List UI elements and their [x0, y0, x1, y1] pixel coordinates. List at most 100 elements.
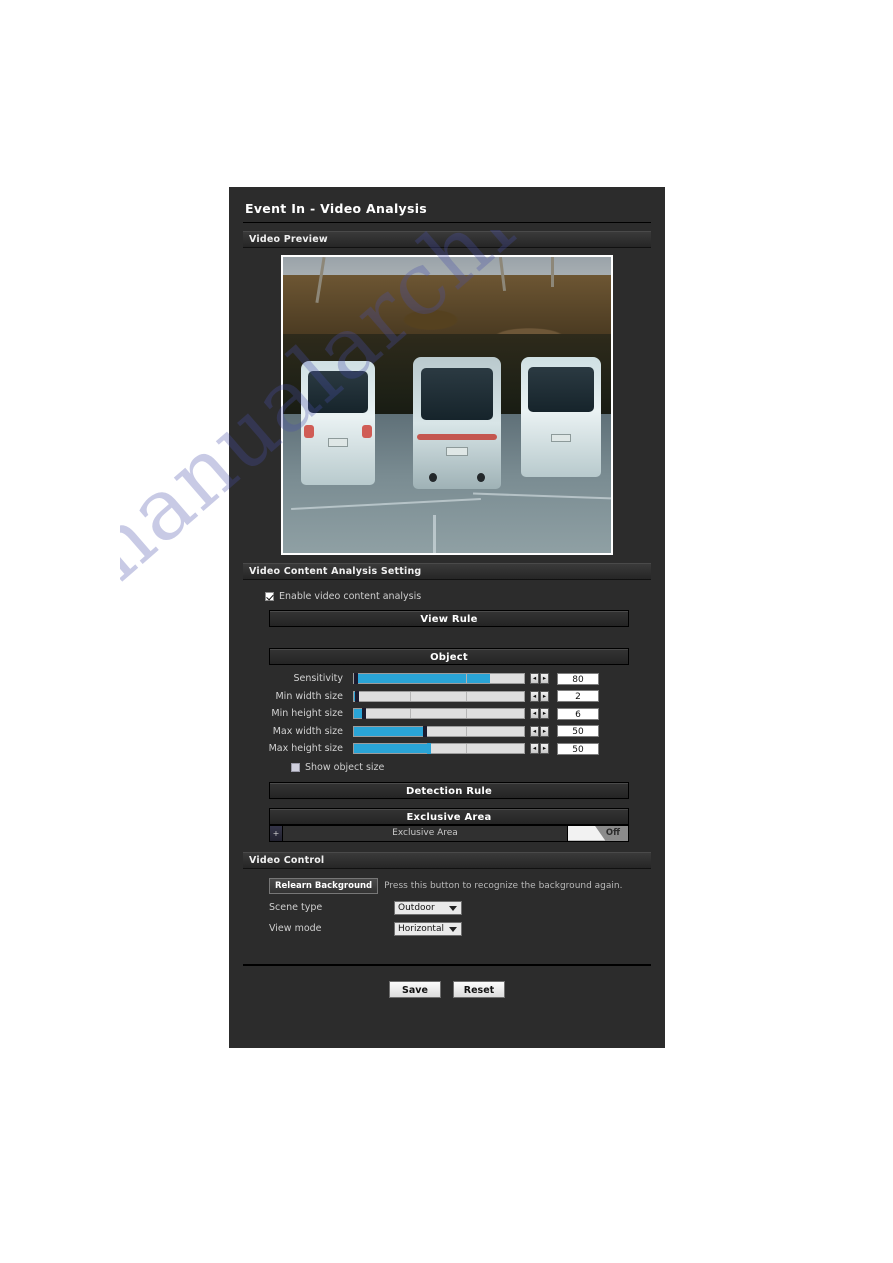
exclusive-area-toggle-state: Off [605, 827, 620, 838]
slider-value-max-width[interactable]: 50 [557, 725, 599, 738]
view-mode-row: View mode Horizontal [269, 921, 665, 936]
slider-value-max-height[interactable]: 50 [557, 742, 599, 755]
video-control-body: Relearn Background Press this button to … [229, 877, 665, 936]
view-rule-button[interactable]: View Rule [269, 610, 629, 627]
slider-track-sensitivity[interactable] [353, 673, 525, 685]
slider-row-sensitivity: Sensitivity ◂ ▸ 80 [243, 670, 651, 688]
spinner-increment-icon[interactable]: ▸ [540, 708, 549, 720]
scene-type-label: Scene type [269, 902, 323, 913]
view-mode-value: Horizontal [398, 923, 444, 934]
preview-lot-line-c [433, 515, 436, 553]
spinner-decrement-icon[interactable]: ◂ [530, 673, 539, 685]
exclusive-area-toggle-knob [568, 825, 606, 841]
preview-tree-right [551, 257, 554, 287]
view-mode-label: View mode [269, 923, 322, 934]
object-sliders: Sensitivity ◂ ▸ 80 Min width size ◂ ▸ 2 … [243, 670, 651, 758]
video-preview-image[interactable] [281, 255, 613, 555]
spinner-min-height[interactable]: ◂ ▸ [530, 708, 550, 720]
scene-type-select[interactable]: Outdoor [394, 900, 462, 915]
spinner-decrement-icon[interactable]: ◂ [530, 690, 539, 702]
spinner-decrement-icon[interactable]: ◂ [530, 743, 539, 755]
slider-label-max-height: Max height size [268, 743, 343, 755]
slider-knob-max-height[interactable] [427, 743, 431, 755]
footer-buttons: Save Reset [229, 980, 665, 998]
reset-button[interactable]: Reset [453, 980, 505, 998]
slider-row-min-width: Min width size ◂ ▸ 2 [243, 688, 651, 706]
preview-car-middle-light-bar [417, 433, 497, 441]
preview-car-right [521, 357, 601, 477]
exclusive-area-expand-icon[interactable]: + [269, 824, 282, 842]
scene-type-row: Scene type Outdoor [269, 900, 665, 915]
relearn-background-note: Press this button to recognize the backg… [384, 880, 623, 891]
slider-knob-max-width[interactable] [423, 725, 427, 737]
title-divider [243, 222, 651, 223]
spinner-min-width[interactable]: ◂ ▸ [530, 690, 550, 702]
slider-track-min-width[interactable] [353, 690, 525, 702]
chevron-down-icon [449, 926, 457, 932]
enable-vca-row[interactable]: Enable video content analysis [265, 591, 651, 602]
spinner-increment-icon[interactable]: ▸ [540, 673, 549, 685]
slider-fill-sensitivity [354, 674, 490, 684]
slider-value-min-height[interactable]: 6 [557, 707, 599, 720]
exclusive-area-row: + Exclusive Area Off [269, 824, 629, 842]
show-object-size-row[interactable]: Show object size [291, 762, 651, 773]
section-header-vca: Video Content Analysis Setting [243, 563, 651, 580]
spinner-sensitivity[interactable]: ◂ ▸ [530, 673, 550, 685]
save-button[interactable]: Save [389, 980, 441, 998]
section-header-video-preview: Video Preview [243, 231, 651, 248]
slider-track-max-width[interactable] [353, 725, 525, 737]
exclusive-area-toggle[interactable]: Off [567, 824, 629, 842]
slider-row-min-height: Min height size ◂ ▸ 6 [243, 705, 651, 723]
spinner-decrement-icon[interactable]: ◂ [530, 725, 539, 737]
relearn-background-row: Relearn Background Press this button to … [269, 877, 665, 894]
slider-label-min-width: Min width size [275, 690, 343, 702]
spinner-increment-icon[interactable]: ▸ [540, 725, 549, 737]
object-section-header: Object [269, 648, 629, 665]
detection-rule-button[interactable]: Detection Rule [269, 781, 629, 799]
slider-knob-min-width[interactable] [355, 690, 359, 702]
slider-track-max-height[interactable] [353, 743, 525, 755]
preview-car-left-window [307, 370, 369, 414]
show-object-size-checkbox[interactable] [291, 762, 300, 772]
preview-car-left-taillight-r [362, 425, 373, 438]
slider-label-sensitivity: Sensitivity [293, 673, 343, 685]
spinner-increment-icon[interactable]: ▸ [540, 690, 549, 702]
video-preview-container [229, 255, 665, 555]
view-mode-select[interactable]: Horizontal [394, 921, 462, 936]
preview-car-left [301, 361, 375, 485]
slider-row-max-height: Max height size ◂ ▸ 50 [243, 740, 651, 758]
exclusive-area-header: Exclusive Area [269, 807, 629, 825]
vca-body: Enable video content analysis View Rule … [229, 591, 665, 842]
enable-vca-checkbox[interactable] [265, 592, 274, 601]
preview-car-middle [413, 357, 501, 489]
page-title: Event In - Video Analysis [245, 201, 428, 216]
spinner-increment-icon[interactable]: ▸ [540, 743, 549, 755]
slider-knob-min-height[interactable] [362, 708, 366, 720]
slider-track-min-height[interactable] [353, 708, 525, 720]
slider-value-sensitivity[interactable]: 80 [557, 672, 599, 685]
relearn-background-button[interactable]: Relearn Background [269, 877, 379, 894]
section-header-video-control: Video Control [243, 851, 651, 869]
exclusive-area-name: Exclusive Area [282, 824, 567, 842]
preview-car-right-window [528, 366, 594, 413]
slider-knob-sensitivity[interactable] [354, 673, 358, 685]
scene-type-value: Outdoor [398, 902, 435, 913]
slider-fill-max-height [354, 744, 431, 754]
preview-car-middle-wheel-l [428, 473, 437, 483]
enable-vca-label: Enable video content analysis [279, 591, 422, 602]
preview-car-right-plate [550, 433, 572, 443]
preview-car-left-plate [328, 437, 348, 447]
slider-value-min-width[interactable]: 2 [557, 690, 599, 703]
preview-car-middle-plate [445, 446, 469, 456]
slider-row-max-width: Max width size ◂ ▸ 50 [243, 723, 651, 741]
footer-divider [243, 963, 651, 966]
spinner-max-height[interactable]: ◂ ▸ [530, 743, 550, 755]
preview-car-middle-window [420, 367, 494, 421]
show-object-size-label: Show object size [305, 761, 385, 773]
slider-label-min-height: Min height size [271, 708, 343, 720]
video-analysis-panel: Event In - Video Analysis Video Preview [229, 187, 665, 1048]
spinner-max-width[interactable]: ◂ ▸ [530, 725, 550, 737]
spinner-decrement-icon[interactable]: ◂ [530, 708, 539, 720]
slider-fill-max-width [354, 726, 424, 736]
chevron-down-icon [449, 905, 457, 911]
